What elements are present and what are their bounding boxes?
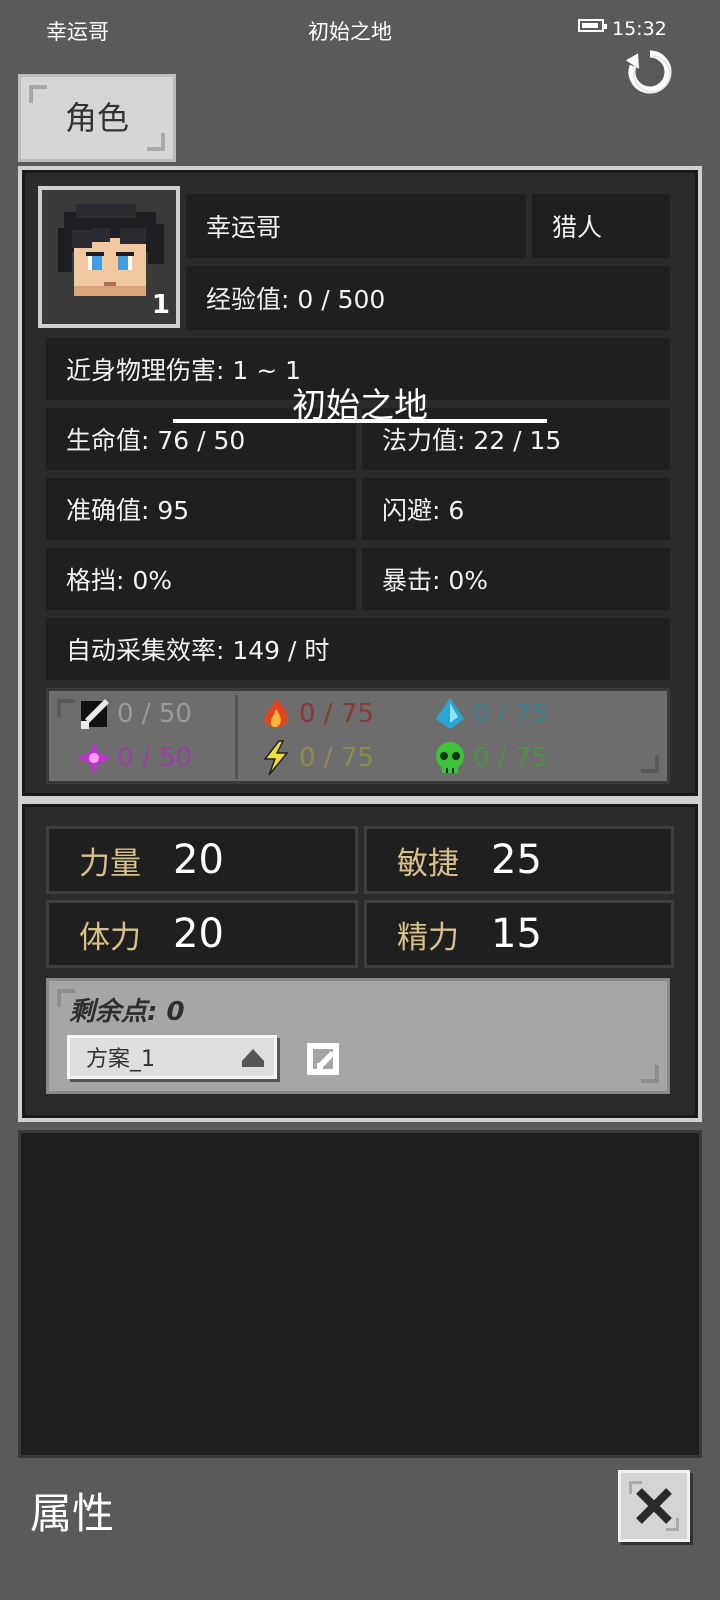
tab-character[interactable]: 角色 xyxy=(18,74,176,162)
res-poison: 0 / 75 xyxy=(431,739,548,777)
res-fire: 0 / 75 xyxy=(257,695,374,733)
dodge-value: 闪避: 6 xyxy=(362,478,670,540)
player-name-status: 幸运哥 xyxy=(46,20,109,44)
refresh-icon[interactable] xyxy=(624,46,676,98)
accuracy-value: 准确值: 95 xyxy=(46,478,356,540)
res-water: 0 / 75 xyxy=(431,695,548,733)
fire-icon xyxy=(264,698,288,727)
location-status: 初始之地 xyxy=(308,20,392,44)
sword-icon xyxy=(81,699,109,729)
scheme-select[interactable]: 方案_1 xyxy=(67,1035,277,1079)
block-value: 格挡: 0% xyxy=(46,548,356,610)
remaining-points: 剩余点: 0 xyxy=(69,997,185,1027)
character-level: 1 xyxy=(151,290,170,320)
res-fire-value: 0 / 75 xyxy=(299,699,374,729)
res-physical: 0 / 50 xyxy=(75,695,192,733)
edit-icon[interactable] xyxy=(305,1041,341,1077)
res-water-value: 0 / 75 xyxy=(473,699,548,729)
attr-strength-label: 力量 xyxy=(79,845,141,882)
character-class: 猎人 xyxy=(532,194,670,258)
gather-rate: 自动采集效率: 149 / 时 xyxy=(46,618,670,680)
attr-energy: 精力 15 xyxy=(364,900,674,968)
poison-skull-icon xyxy=(436,742,464,773)
points-panel: 剩余点: 0 方案_1 xyxy=(46,978,670,1094)
battery-icon xyxy=(578,19,607,32)
attr-energy-label: 精力 xyxy=(397,919,459,956)
upload-icon xyxy=(242,1049,264,1061)
attr-stamina-label: 体力 xyxy=(79,919,141,956)
close-button[interactable] xyxy=(618,1470,690,1542)
clock: 15:32 xyxy=(612,18,667,40)
attr-stamina-value: 20 xyxy=(173,911,224,957)
page-title: 属性 xyxy=(30,1489,115,1538)
location-banner-underline xyxy=(173,419,547,423)
magic-star-icon xyxy=(77,741,111,775)
resistance-panel: 0 / 50 0 / 75 0 / 75 0 / 50 0 / 75 0 / 7… xyxy=(46,688,670,784)
exp-value: 经验值: 0 / 500 xyxy=(186,266,670,330)
res-poison-value: 0 / 75 xyxy=(473,743,548,773)
attr-strength: 力量 20 xyxy=(46,826,358,894)
character-name: 幸运哥 xyxy=(186,194,526,258)
res-lightning-value: 0 / 75 xyxy=(299,743,374,773)
content-area xyxy=(18,1130,702,1458)
attr-agility-value: 25 xyxy=(491,837,542,883)
crit-value: 暴击: 0% xyxy=(362,548,670,610)
attr-agility-label: 敏捷 xyxy=(397,845,459,882)
water-drop-icon xyxy=(436,698,464,729)
attr-agility: 敏捷 25 xyxy=(364,826,674,894)
attr-strength-value: 20 xyxy=(173,837,224,883)
lightning-icon xyxy=(263,740,289,776)
scheme-select-value: 方案_1 xyxy=(86,1047,155,1072)
res-magic-value: 0 / 50 xyxy=(117,743,192,773)
res-magic: 0 / 50 xyxy=(75,739,192,777)
attr-energy-value: 15 xyxy=(491,911,542,957)
avatar: 1 xyxy=(38,186,180,328)
res-lightning: 0 / 75 xyxy=(257,739,374,777)
close-icon xyxy=(636,1488,672,1524)
attr-stamina: 体力 20 xyxy=(46,900,358,968)
res-physical-value: 0 / 50 xyxy=(117,699,192,729)
tab-character-label: 角色 xyxy=(64,99,129,137)
